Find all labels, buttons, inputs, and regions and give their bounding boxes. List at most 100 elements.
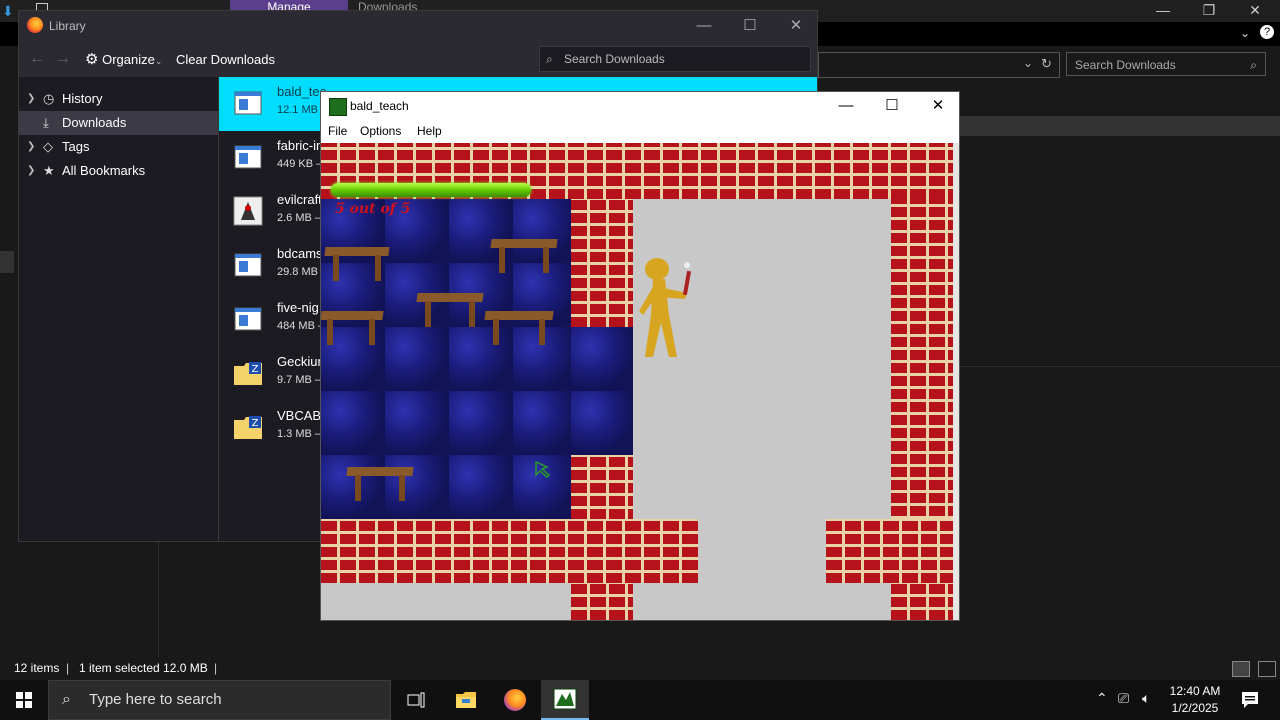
- brick-wall: [571, 583, 633, 620]
- download-name: bdcams: [277, 246, 323, 261]
- notification-icon[interactable]: [1240, 690, 1260, 710]
- game-maximize-button[interactable]: ☐: [869, 94, 915, 118]
- zip-folder-icon: Z: [234, 416, 262, 439]
- library-maximize-button[interactable]: ☐: [727, 15, 773, 37]
- tree-item-history[interactable]: ❯ ◷ History: [19, 87, 218, 111]
- desk: [321, 311, 384, 347]
- download-name: fabric-in: [277, 138, 324, 153]
- tree-item-all-bookmarks[interactable]: ❯ ★ All Bookmarks: [19, 159, 218, 183]
- chevron-down-icon: ⌄: [154, 56, 163, 66]
- history-icon: ◷: [43, 91, 55, 106]
- chevron-down-icon[interactable]: ⌄: [1240, 26, 1250, 40]
- status-separator: |: [66, 661, 70, 675]
- download-size: 9.7 MB –: [277, 374, 322, 386]
- explorer-search-placeholder: Search Downloads: [1075, 58, 1176, 72]
- tree-item-label: Downloads: [62, 115, 127, 130]
- tree-item-downloads[interactable]: ⤓ Downloads: [19, 111, 218, 135]
- explorer-restore-button[interactable]: ❐: [1186, 0, 1232, 22]
- image-icon: [233, 196, 263, 226]
- large-icons-view-button[interactable]: [1258, 661, 1276, 677]
- tree-item-tags[interactable]: ❯ ◇ Tags: [19, 135, 218, 159]
- selected-info: 1 item selected 12.0 MB: [79, 661, 208, 675]
- windows-icon: [16, 692, 32, 708]
- clock-time: 12:40 AM: [1169, 684, 1221, 698]
- taskbar-search-placeholder: Type here to search: [89, 691, 222, 708]
- explorer-row-divider: [960, 366, 1280, 367]
- game-scrollbar[interactable]: [953, 143, 959, 620]
- library-close-button[interactable]: ✕: [773, 15, 819, 37]
- taskbar: ⌕ Type here to search ⌃ ⎚ 🔈︎ 12:40 AM 1/…: [0, 680, 1280, 720]
- library-title: Library: [49, 19, 86, 33]
- status-separator: |: [214, 661, 218, 675]
- library-search-input[interactable]: ⌕ Search Downloads: [539, 46, 811, 72]
- library-tree: ❯ ◷ History ⤓ Downloads ❯ ◇ Tags ❯ ★ All…: [19, 77, 219, 541]
- task-view-button[interactable]: [392, 680, 440, 720]
- search-icon: ⌕: [1250, 58, 1257, 72]
- tree-item-label: Tags: [62, 139, 90, 154]
- library-search-placeholder: Search Downloads: [564, 52, 665, 66]
- game-window: bald_teach — ☐ ✕ File Options Help 5 out…: [320, 91, 960, 621]
- star-icon: ★: [43, 163, 55, 178]
- explorer-address-bar[interactable]: ⌄ ↻: [818, 52, 1060, 78]
- show-hidden-icons-chevron-icon[interactable]: ⌃: [1096, 690, 1108, 707]
- firefox-taskbar-button[interactable]: [491, 680, 539, 720]
- gear-icon: ⚙: [85, 51, 99, 68]
- search-icon: ⌕: [62, 691, 71, 708]
- library-toolbar: ← → ⚙ Organize⌄ Clear Downloads ⌕ Search…: [19, 41, 817, 78]
- network-icon[interactable]: ⎚: [1118, 690, 1129, 707]
- forward-arrow-icon[interactable]: →: [55, 50, 71, 68]
- svg-text:Z: Z: [252, 364, 259, 375]
- game-app-icon: [553, 688, 577, 710]
- folder-icon: [456, 692, 476, 708]
- expand-arrow-icon[interactable]: ❯: [27, 159, 35, 183]
- installer-icon: [234, 253, 262, 277]
- explorer-selected-row[interactable]: [960, 116, 1280, 136]
- explorer-search-input[interactable]: Search Downloads ⌕: [1066, 52, 1266, 76]
- explorer-close-button[interactable]: ✕: [1232, 0, 1278, 22]
- explorer-status-bar: 12 items | 1 item selected 12.0 MB |: [0, 657, 1280, 680]
- menu-help[interactable]: Help: [417, 124, 442, 138]
- download-size: 12.1 MB: [277, 104, 318, 116]
- installer-icon: [234, 145, 262, 169]
- start-button[interactable]: [0, 680, 48, 720]
- brick-wall: [571, 199, 633, 327]
- desk: [490, 239, 558, 275]
- cursor-icon: [535, 461, 551, 479]
- download-size: 29.8 MB: [277, 266, 318, 278]
- svg-text:Z: Z: [252, 418, 259, 429]
- expand-arrow-icon[interactable]: ❯: [27, 135, 35, 159]
- help-icon[interactable]: ?: [1260, 25, 1274, 39]
- refresh-icon[interactable]: ↻: [1041, 56, 1052, 72]
- download-size: 2.6 MB –: [277, 212, 322, 224]
- menu-file[interactable]: File: [328, 124, 347, 138]
- game-minimize-button[interactable]: —: [823, 94, 869, 118]
- taskbar-search-box[interactable]: ⌕ Type here to search: [48, 680, 391, 720]
- zip-folder-icon: Z: [234, 362, 262, 385]
- quick-access-download-icon[interactable]: ⬇: [2, 3, 14, 20]
- menu-options[interactable]: Options: [360, 124, 401, 138]
- clock-date: 1/2/2025: [1171, 701, 1219, 715]
- download-name: evilcraft: [277, 192, 322, 207]
- firefox-icon: [27, 17, 43, 33]
- volume-icon[interactable]: 🔈︎: [1142, 690, 1150, 707]
- clock[interactable]: 12:40 AM 1/2/2025: [1164, 683, 1226, 717]
- doorway-floor: [571, 327, 633, 455]
- game-app-icon: [329, 98, 347, 116]
- bald-teach-taskbar-button[interactable]: [541, 680, 589, 720]
- organize-button[interactable]: ⚙ Organize⌄: [85, 50, 162, 68]
- library-minimize-button[interactable]: —: [681, 15, 727, 37]
- game-menu-bar: File Options Help: [321, 120, 959, 142]
- back-arrow-icon[interactable]: ←: [29, 50, 45, 68]
- clear-downloads-button[interactable]: Clear Downloads: [176, 52, 275, 67]
- installer-icon: [234, 91, 262, 115]
- organize-label: Organize: [102, 52, 155, 67]
- game-close-button[interactable]: ✕: [915, 94, 961, 118]
- expand-arrow-icon[interactable]: ❯: [27, 87, 35, 111]
- address-dropdown-icon[interactable]: ⌄: [1023, 56, 1033, 70]
- download-name: five-nig: [277, 300, 319, 315]
- search-icon: ⌕: [546, 52, 553, 66]
- game-viewport[interactable]: 5 out of 5: [321, 143, 953, 620]
- explorer-minimize-button[interactable]: —: [1140, 0, 1186, 22]
- file-explorer-taskbar-button[interactable]: [442, 680, 490, 720]
- details-view-button[interactable]: [1232, 661, 1250, 677]
